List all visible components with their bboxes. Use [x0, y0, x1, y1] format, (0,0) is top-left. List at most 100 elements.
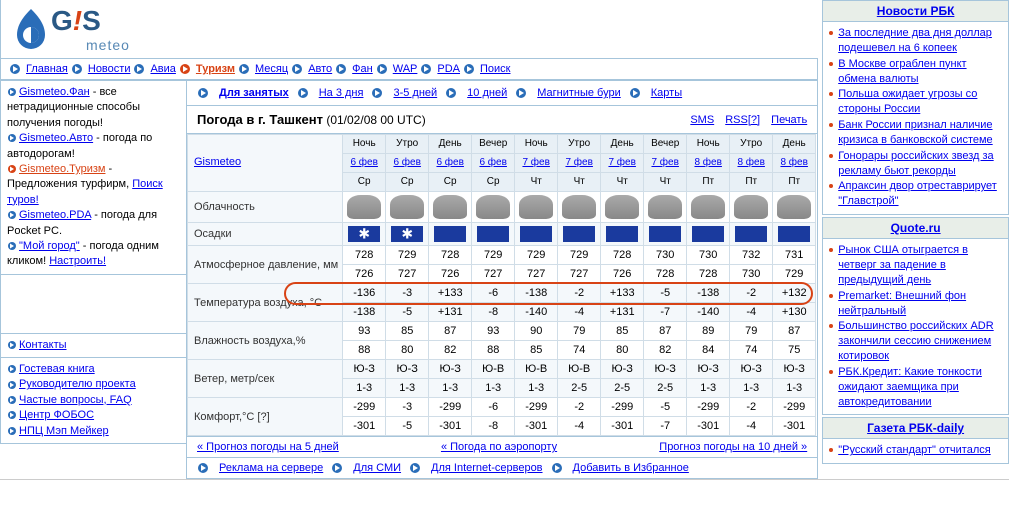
- promo-link[interactable]: Gismeteo.Фан: [19, 86, 90, 98]
- sms-link[interactable]: SMS: [690, 114, 714, 126]
- precip-cell: [558, 223, 601, 246]
- precip-cell: [601, 223, 644, 246]
- news-link[interactable]: Польша ожидает угрозы со стороны России: [838, 87, 1002, 117]
- promo-link[interactable]: Gismeteo.PDA: [19, 209, 91, 221]
- cell: 74: [730, 341, 773, 360]
- news-link[interactable]: РБК.Кредит: Какие тонкости ожидают заемщ…: [838, 365, 1002, 410]
- news-link[interactable]: В Москве ограблен пункт обмена валюты: [838, 57, 1002, 87]
- nav-pda-link[interactable]: PDA: [437, 63, 460, 75]
- news-rbc: Новости РБК За последние два дня доллар …: [822, 0, 1009, 215]
- nav-search-link[interactable]: Поиск: [480, 63, 510, 75]
- arrow-icon: [463, 63, 475, 75]
- news-link[interactable]: За последние два дня доллар подешевел на…: [838, 26, 1002, 56]
- news-link[interactable]: Банк России признал наличие кризиса в ба…: [838, 118, 1002, 148]
- cell: 729: [773, 265, 816, 284]
- cell: -4: [558, 417, 601, 436]
- bullet-icon: [829, 294, 833, 298]
- subnav-10days[interactable]: 10 дней: [467, 87, 507, 99]
- hdr-cell: 8 фев: [687, 154, 730, 173]
- gismeteo-link[interactable]: Gismeteo: [194, 156, 241, 168]
- ad-link[interactable]: Реклама на сервере: [219, 462, 323, 474]
- cell: -3: [386, 284, 429, 303]
- news-head-link[interactable]: Газета РБК-daily: [867, 421, 964, 435]
- date-link[interactable]: 7 фев: [651, 157, 678, 168]
- date-link[interactable]: 7 фев: [522, 157, 549, 168]
- print-link[interactable]: Печать: [771, 114, 807, 126]
- subnav-35days[interactable]: 3-5 дней: [393, 87, 437, 99]
- subnav-storms[interactable]: Магнитные бури: [537, 87, 621, 99]
- promo-link[interactable]: "Мой город": [19, 240, 80, 252]
- cell: 74: [558, 341, 601, 360]
- date-link[interactable]: 8 фев: [780, 157, 807, 168]
- hdr-cell: Ср: [472, 173, 515, 192]
- ad-link[interactable]: Для СМИ: [353, 462, 401, 474]
- cell: Ю-З: [343, 360, 386, 379]
- ad-link[interactable]: Для Internet-серверов: [431, 462, 543, 474]
- nav-main-link[interactable]: Главная: [26, 63, 68, 75]
- nav-news-link[interactable]: Новости: [88, 63, 131, 75]
- arrow-icon: [197, 87, 209, 99]
- date-link[interactable]: 7 фев: [565, 157, 592, 168]
- cloud-cell: [472, 192, 515, 223]
- date-link[interactable]: 7 фев: [608, 157, 635, 168]
- rss-link[interactable]: RSS[?]: [725, 114, 760, 126]
- cell: 728: [601, 246, 644, 265]
- date-link[interactable]: 8 фев: [694, 157, 721, 168]
- news-head-link[interactable]: Quote.ru: [891, 221, 941, 235]
- news-link[interactable]: Апраксин двор отреставрирует "Главстрой": [838, 179, 1002, 209]
- nav-auto-link[interactable]: Авто: [308, 63, 332, 75]
- subnav-3days[interactable]: На 3 дня: [319, 87, 364, 99]
- contact-link[interactable]: Гостевая книга: [19, 363, 95, 375]
- date-link[interactable]: 8 фев: [737, 157, 764, 168]
- bullet-icon: [7, 364, 17, 374]
- contact-link[interactable]: Руководителю проекта: [19, 378, 136, 390]
- cell: 729: [515, 246, 558, 265]
- news-link[interactable]: Большинство российских ADR закончили сес…: [838, 319, 1002, 364]
- cell: Ю-В: [472, 360, 515, 379]
- news-link[interactable]: Premarket: Внешний фон нейтральный: [838, 289, 1002, 319]
- nav-wap-link[interactable]: WAP: [393, 63, 418, 75]
- news-link[interactable]: Гонорары российских звезд за рекламу бью…: [838, 149, 1002, 179]
- bullet-icon: [829, 248, 833, 252]
- foot-5days[interactable]: « Прогноз погоды на 5 дней: [197, 441, 339, 453]
- cell: 730: [687, 246, 730, 265]
- nav-avia-link[interactable]: Авиа: [150, 63, 175, 75]
- hdr-cell: Чт: [644, 173, 687, 192]
- row-label: Атмосферное давление, мм: [188, 246, 343, 284]
- promo-link[interactable]: Gismeteo.Авто: [19, 132, 93, 144]
- cell: Ю-З: [601, 360, 644, 379]
- row-label: Комфорт,°C [?]: [188, 398, 343, 436]
- promo-link[interactable]: Gismeteo.Туризм: [19, 163, 105, 175]
- bullet-icon: [829, 31, 833, 35]
- cell: Ю-З: [730, 360, 773, 379]
- cell: 85: [515, 341, 558, 360]
- date-link[interactable]: 6 фев: [436, 157, 463, 168]
- date-link[interactable]: 6 фев: [393, 157, 420, 168]
- contact-link[interactable]: Центр ФОБОС: [19, 409, 94, 421]
- nav-month-link[interactable]: Месяц: [255, 63, 288, 75]
- subnav-busy[interactable]: Для занятых: [219, 87, 289, 99]
- promo-tail-link[interactable]: Настроить!: [49, 255, 106, 267]
- contacts-head-link[interactable]: Контакты: [19, 339, 67, 351]
- precip-cell: [386, 223, 429, 246]
- contact-link[interactable]: Частые вопросы, FAQ: [19, 394, 132, 406]
- subnav-maps[interactable]: Карты: [651, 87, 682, 99]
- foot-10days[interactable]: Прогноз погоды на 10 дней »: [659, 441, 807, 453]
- news-link[interactable]: Рынок США отыграется в четверг за падени…: [838, 243, 1002, 288]
- ad-link[interactable]: Добавить в Избранное: [573, 462, 689, 474]
- news-link[interactable]: "Русский стандарт" отчитался: [838, 443, 991, 458]
- nav-fan-link[interactable]: Фан: [352, 63, 373, 75]
- cell: +130: [773, 303, 816, 322]
- cell: -301: [601, 417, 644, 436]
- cell: -6: [472, 398, 515, 417]
- cell: -2: [730, 284, 773, 303]
- foot-airport[interactable]: « Погода по аэропорту: [441, 441, 557, 453]
- date-link[interactable]: 6 фев: [350, 157, 377, 168]
- nav-tourism-link[interactable]: Туризм: [196, 63, 235, 75]
- news-head-link[interactable]: Новости РБК: [877, 4, 955, 18]
- cell: -8: [472, 303, 515, 322]
- cell: 75: [773, 341, 816, 360]
- contact-link[interactable]: НПЦ Мэп Мейкер: [19, 425, 109, 437]
- date-link[interactable]: 6 фев: [479, 157, 506, 168]
- cell: 1-3: [730, 379, 773, 398]
